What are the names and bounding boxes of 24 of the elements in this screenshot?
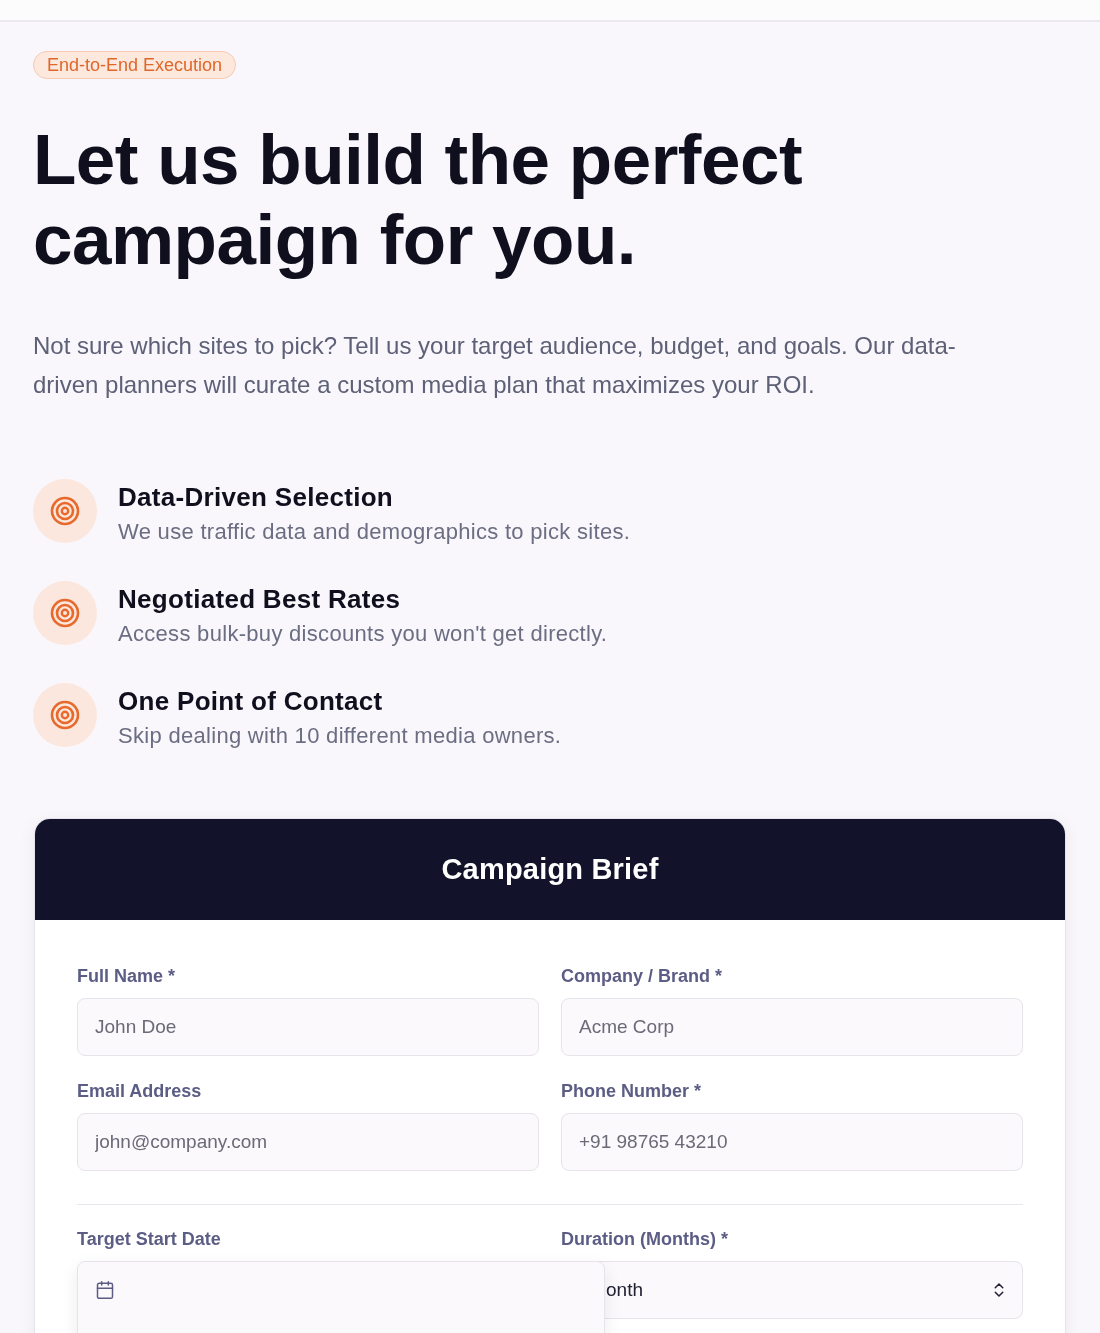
feature-title: Negotiated Best Rates <box>118 584 402 614</box>
field-label: Company / Brand * <box>561 965 724 987</box>
feature-description: We use traffic data and demographics to pick sites. <box>118 518 631 546</box>
field-label: Target Start Date <box>77 1228 222 1250</box>
field-label: Email Address <box>77 1080 203 1102</box>
field-label: Full Name * <box>77 965 177 987</box>
page-heading: Let us build the perfect campaign for you. <box>33 120 804 280</box>
feature-description: Access bulk-buy discounts you won't get directly. <box>118 620 608 648</box>
feature-title: Data-Driven Selection <box>118 482 395 512</box>
calendar-icon <box>95 1280 115 1300</box>
target-icon <box>33 683 97 747</box>
text-input[interactable]: John Doe <box>77 998 539 1056</box>
section-tag: End-to-End Execution <box>33 51 237 79</box>
text-input[interactable]: john@company.com <box>77 1113 539 1171</box>
feature-description: Skip dealing with 10 different media owners. <box>118 722 562 750</box>
field-label: Phone Number * <box>561 1080 703 1102</box>
field-label: Duration (Months) * <box>561 1228 729 1250</box>
target-icon <box>33 479 97 543</box>
text-input[interactable]: +91 98765 43210 <box>561 1113 1023 1171</box>
target-icon <box>33 581 97 645</box>
form-title: Campaign Brief <box>441 853 659 886</box>
feature-title: One Point of Contact <box>118 686 384 716</box>
intro-text: Not sure which sites to pick? Tell us your target audience, budget, and goals. Our data-driven planners will curate a custom media plan that maximizes your ROI. <box>33 331 957 400</box>
text-input[interactable]: Acme Corp <box>561 998 1023 1056</box>
